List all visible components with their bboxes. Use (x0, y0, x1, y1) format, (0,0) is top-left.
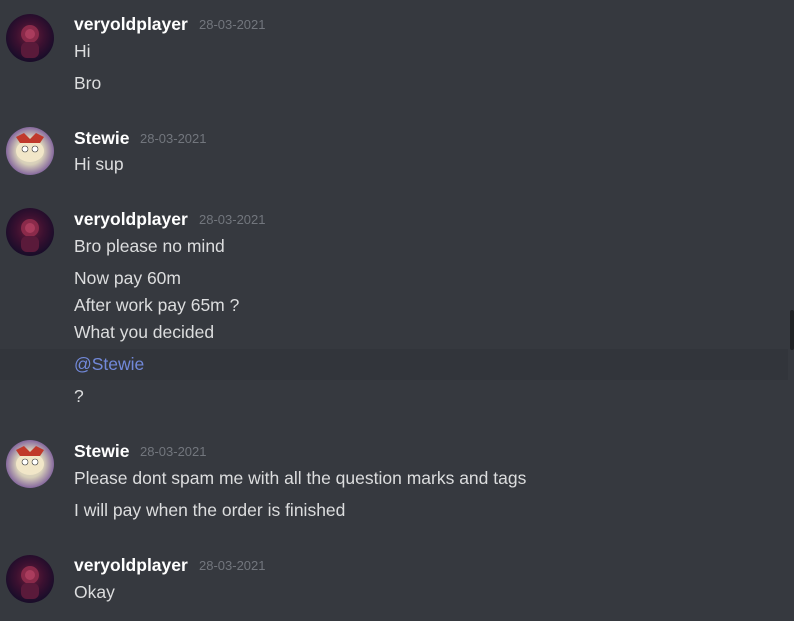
timestamp: 28-03-2021 (140, 131, 207, 146)
username[interactable]: veryoldplayer (74, 208, 188, 230)
timestamp: 28-03-2021 (199, 212, 266, 227)
message-text: After work pay 65m ? (74, 295, 240, 315)
message-text: Bro (74, 73, 102, 93)
avatar-stewie-icon[interactable] (6, 440, 54, 488)
message-text: I will pay when the order is finished (74, 500, 346, 520)
message-text: Now pay 60m (74, 268, 181, 288)
username[interactable]: Stewie (74, 127, 129, 149)
message-text: Hi sup (74, 154, 124, 174)
username[interactable]: Stewie (74, 440, 129, 462)
avatar-veryoldplayer-icon[interactable] (6, 208, 54, 256)
message-text: Okay (74, 582, 115, 602)
message-text: What you decided (74, 322, 215, 342)
avatar-veryoldplayer-icon[interactable] (6, 14, 54, 62)
message-text: ? (74, 386, 84, 406)
timestamp: 28-03-2021 (199, 558, 266, 573)
avatar-stewie-icon[interactable] (6, 127, 54, 175)
scrollbar-thumb[interactable] (790, 310, 794, 350)
message-text: Hi (74, 41, 91, 61)
username[interactable]: veryoldplayer (74, 554, 188, 576)
user-mention[interactable]: @Stewie (74, 352, 144, 376)
username[interactable]: veryoldplayer (74, 13, 188, 35)
timestamp: 28-03-2021 (199, 17, 266, 32)
message-text: Bro please no mind (74, 236, 225, 256)
message-text: Please dont spam me with all the questio… (74, 468, 527, 488)
timestamp: 28-03-2021 (140, 444, 207, 459)
avatar-veryoldplayer-icon[interactable] (6, 555, 54, 603)
